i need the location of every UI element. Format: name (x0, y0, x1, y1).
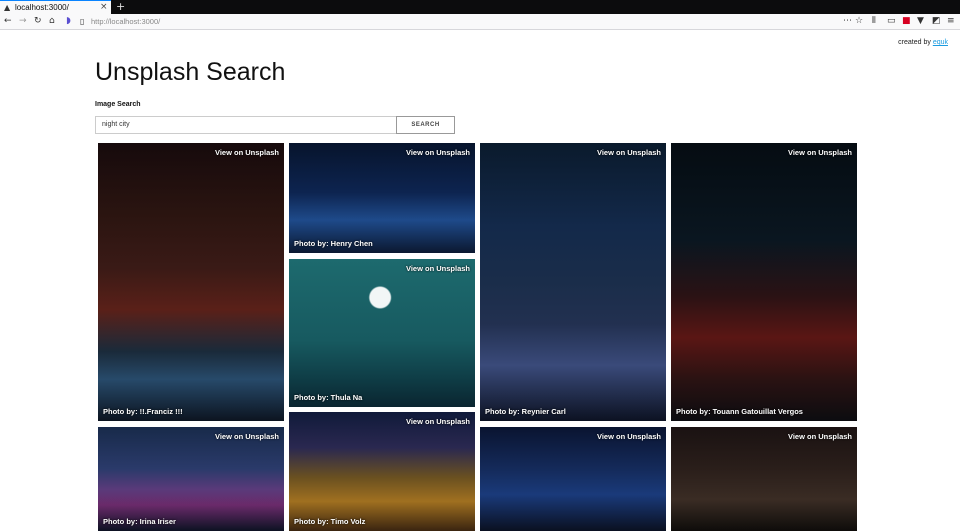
view-on-unsplash-link[interactable]: View on Unsplash (406, 264, 470, 273)
tab-bar: ▲ localhost:3000/ × + (0, 0, 960, 14)
photo-card[interactable]: View on Unsplash Photo by: Thula Na (289, 259, 475, 407)
photo-card[interactable]: View on Unsplash (480, 427, 666, 531)
page-info-icon[interactable]: ▯ (80, 16, 84, 27)
created-by-text: created by (898, 39, 931, 46)
view-on-unsplash-link[interactable]: View on Unsplash (788, 148, 852, 157)
library-icon[interactable]: ⫴ (872, 16, 876, 27)
url-bar[interactable]: http://localhost:3000/ (91, 17, 160, 26)
photo-card[interactable]: View on Unsplash (671, 427, 857, 531)
photo-card[interactable]: View on Unsplash Photo by: Irina Iriser (98, 427, 284, 531)
menu-icon[interactable]: ≡ (947, 16, 955, 27)
extension-filter-icon[interactable]: ▼ (917, 16, 924, 27)
photo-credit: Photo by: Reynier Carl (485, 407, 566, 416)
close-tab-icon[interactable]: × (100, 2, 108, 12)
view-on-unsplash-link[interactable]: View on Unsplash (215, 432, 279, 441)
search-input[interactable]: night city (95, 116, 396, 134)
photo-credit: Photo by: Timo Volz (294, 517, 366, 526)
created-by: created by equk (898, 39, 948, 46)
photo-credit: Photo by: Touann Gatouillat Vergos (676, 407, 803, 416)
forward-icon[interactable]: → (19, 16, 27, 27)
extension-red-icon[interactable]: ■ (902, 16, 911, 27)
bookmark-star-icon[interactable]: ☆ (855, 16, 863, 27)
back-icon[interactable]: ← (4, 16, 12, 27)
view-on-unsplash-link[interactable]: View on Unsplash (215, 148, 279, 157)
view-on-unsplash-link[interactable]: View on Unsplash (788, 432, 852, 441)
photo-card[interactable]: View on Unsplash Photo by: Timo Volz (289, 412, 475, 531)
photo-credit: Photo by: Thula Na (294, 393, 363, 402)
photo-credit: Photo by: Irina Iriser (103, 517, 176, 526)
photo-card[interactable]: View on Unsplash Photo by: Touann Gatoui… (671, 143, 857, 421)
shield-icon[interactable]: ◗ (66, 16, 71, 27)
view-on-unsplash-link[interactable]: View on Unsplash (406, 148, 470, 157)
search-label: Image Search (95, 101, 141, 108)
page-title: Unsplash Search (95, 58, 286, 86)
photo-credit: Photo by: !!.Franciz !!! (103, 407, 183, 416)
photo-card[interactable]: View on Unsplash Photo by: Reynier Carl (480, 143, 666, 421)
view-on-unsplash-link[interactable]: View on Unsplash (597, 432, 661, 441)
photo-credit: Photo by: Henry Chen (294, 239, 373, 248)
new-tab-button[interactable]: + (116, 0, 125, 13)
photo-card[interactable]: View on Unsplash Photo by: Henry Chen (289, 143, 475, 253)
search-button[interactable]: SEARCH (396, 116, 455, 134)
author-link[interactable]: equk (933, 39, 948, 46)
sidebar-icon[interactable]: ▭ (887, 16, 896, 27)
page-actions-icon[interactable]: ⋯ (843, 16, 852, 27)
navigation-toolbar: ← → ↻ ⌂ ◗ ▯ http://localhost:3000/ ⋯ ☆ ⫴… (0, 14, 960, 30)
reload-icon[interactable]: ↻ (34, 16, 42, 27)
view-on-unsplash-link[interactable]: View on Unsplash (406, 417, 470, 426)
view-on-unsplash-link[interactable]: View on Unsplash (597, 148, 661, 157)
photo-card[interactable]: View on Unsplash Photo by: !!.Franciz !!… (98, 143, 284, 421)
extension-dark-icon[interactable]: ◩ (932, 16, 941, 27)
browser-tab[interactable]: ▲ localhost:3000/ × (0, 0, 111, 14)
page-favicon-icon: ▲ (4, 3, 11, 12)
home-icon[interactable]: ⌂ (49, 16, 55, 27)
tab-title: localhost:3000/ (15, 3, 69, 12)
